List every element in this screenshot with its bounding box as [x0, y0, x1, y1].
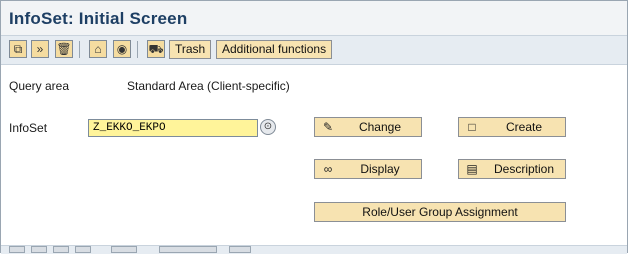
bottom-toolbar-button[interactable]: [9, 246, 25, 253]
role-user-group-assignment-button[interactable]: Role/User Group Assignment: [314, 202, 566, 222]
infoset-label: InfoSet: [9, 121, 48, 135]
query-area-value: Standard Area (Client-specific): [127, 79, 290, 93]
trash-button[interactable]: Trash: [169, 40, 212, 59]
change-button-label: Change: [358, 120, 402, 134]
title-bar: InfoSet: Initial Screen: [1, 1, 627, 35]
description-button-label: Description: [493, 162, 555, 176]
notepad-icon: ▤: [466, 162, 478, 176]
bottom-toolbar-button[interactable]: [159, 246, 217, 253]
role-user-group-assignment-label: Role/User Group Assignment: [362, 205, 518, 219]
bottom-toolbar-button[interactable]: [53, 246, 69, 253]
query-area-label: Query area: [9, 79, 70, 93]
delete-icon[interactable]: 🗑: [55, 40, 73, 58]
pencil-icon: ✎: [322, 120, 334, 134]
copy-icon[interactable]: ⧉: [9, 40, 27, 58]
bottom-toolbar-button[interactable]: [229, 246, 251, 253]
value-help-icon[interactable]: ⊙: [260, 119, 276, 135]
bottom-toolbar-button[interactable]: [31, 246, 47, 253]
execute-icon[interactable]: »: [31, 40, 49, 58]
glasses-icon: ∞: [323, 162, 333, 176]
description-button[interactable]: ▤ Description: [458, 159, 566, 179]
create-button[interactable]: □ Create: [458, 117, 566, 137]
infoset-input[interactable]: Z_EKKO_EKPO: [88, 119, 258, 137]
toolbar-separator: [137, 41, 138, 58]
display-button[interactable]: ∞ Display: [314, 159, 422, 179]
hierarchy-icon[interactable]: ⌂: [89, 40, 107, 58]
bottom-toolbar-button[interactable]: [111, 246, 137, 253]
bottom-toolbar-button[interactable]: [75, 246, 91, 253]
application-toolbar: ⧉ » 🗑 ⌂ ◉ ⛟ Trash Additional functions: [1, 35, 627, 65]
page-title: InfoSet: Initial Screen: [9, 9, 188, 28]
create-button-label: Create: [505, 120, 543, 134]
document-icon: □: [468, 120, 476, 134]
toolbar-separator: [79, 41, 80, 58]
display-button-label: Display: [360, 162, 400, 176]
transport-icon[interactable]: ⛟: [147, 40, 165, 58]
change-button[interactable]: ✎ Change: [314, 117, 422, 137]
lifebuoy-icon[interactable]: ◉: [113, 40, 131, 58]
window-frame: InfoSet: Initial Screen ⧉ » 🗑 ⌂ ◉ ⛟ Tras…: [0, 0, 628, 254]
additional-functions-button[interactable]: Additional functions: [216, 40, 333, 59]
